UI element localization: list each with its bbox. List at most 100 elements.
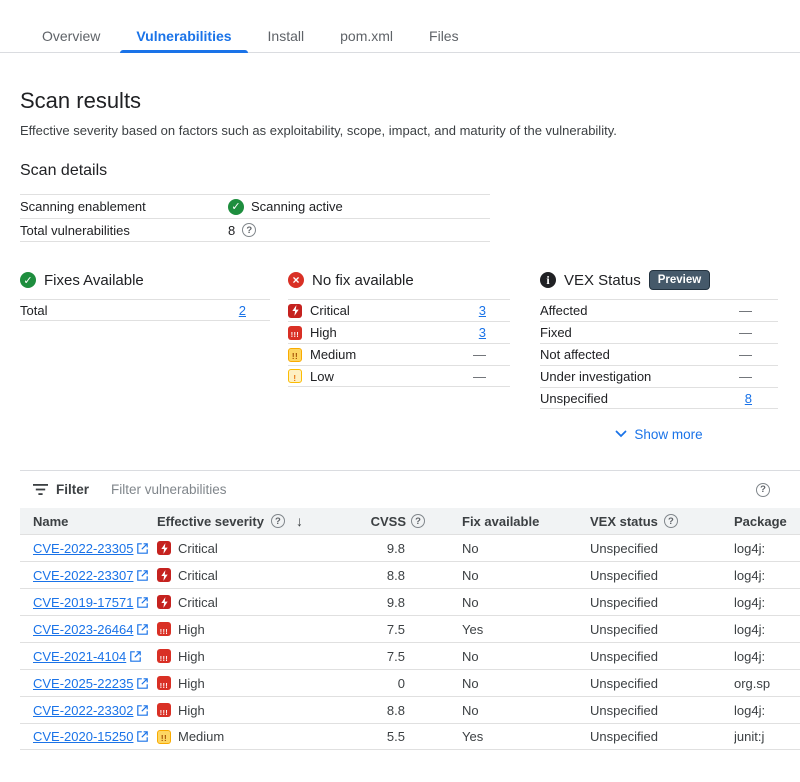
show-more-label: Show more: [634, 427, 702, 442]
help-icon[interactable]: ?: [242, 223, 256, 237]
fixes-total-link[interactable]: 2: [239, 303, 246, 318]
fix-available-value: No: [462, 703, 590, 718]
vex-unspecified-label: Unspecified: [540, 391, 745, 406]
scanning-enablement-label: Scanning enablement: [20, 199, 228, 214]
vex-status-value: Unspecified: [590, 649, 734, 664]
column-header-severity-label: Effective severity: [157, 514, 264, 529]
nofix-high-row: High 3: [288, 321, 510, 343]
cve-link[interactable]: CVE-2019-17571: [33, 595, 148, 610]
page-title: Scan results: [20, 88, 800, 114]
fixes-available-panel: ✓ Fixes Available Total 2: [20, 270, 270, 443]
cvss-value: 9.8: [317, 541, 425, 556]
severity-icon: [157, 541, 171, 555]
vex-status-panel: i VEX Status Preview Affected — Fixed — …: [540, 270, 778, 443]
package-value: log4j:: [734, 568, 800, 583]
column-header-package[interactable]: Package: [734, 514, 800, 529]
vex-fixed-value: —: [739, 325, 778, 340]
external-link-icon: [137, 678, 148, 689]
severity-marks: [160, 704, 169, 717]
check-circle-icon: ✓: [228, 199, 244, 215]
cvss-help-icon[interactable]: ?: [411, 514, 425, 528]
severity-icon: [157, 676, 171, 690]
severity-icon: [157, 649, 171, 663]
sort-descending-icon[interactable]: ↓: [296, 513, 303, 529]
tab-vulnerabilities[interactable]: Vulnerabilities: [120, 20, 247, 52]
column-header-severity[interactable]: Effective severity ? ↓: [157, 513, 317, 529]
vulnerabilities-table: Filter ? Name Effective severity ? ↓ CVS…: [20, 470, 800, 750]
vex-unspecified-count-link[interactable]: 8: [745, 391, 752, 406]
fix-available-value: Yes: [462, 729, 590, 744]
show-more-button[interactable]: Show more: [540, 425, 778, 443]
column-header-name[interactable]: Name: [20, 514, 157, 529]
cve-link[interactable]: CVE-2022-23307: [33, 568, 148, 583]
cvss-value: 8.8: [317, 568, 425, 583]
severity-label: High: [178, 649, 205, 664]
severity-label: Critical: [178, 568, 218, 583]
package-value: log4j:: [734, 541, 800, 556]
vex-under-investigation-label: Under investigation: [540, 369, 739, 384]
tab-pom-xml[interactable]: pom.xml: [324, 20, 409, 52]
table-header: Name Effective severity ? ↓ CVSS ? Fix a…: [20, 508, 800, 534]
nofix-medium-label: Medium: [310, 347, 356, 362]
tab-files[interactable]: Files: [413, 20, 475, 52]
cve-link[interactable]: CVE-2023-26464: [33, 622, 148, 637]
vex-affected-value: —: [739, 303, 778, 318]
package-value: log4j:: [734, 703, 800, 718]
fix-available-value: No: [462, 649, 590, 664]
fix-available-value: No: [462, 541, 590, 556]
cvss-value: 5.5: [317, 729, 425, 744]
tab-bar: Overview Vulnerabilities Install pom.xml…: [0, 20, 800, 53]
no-fix-title: No fix available: [312, 272, 414, 289]
fix-available-value: No: [462, 676, 590, 691]
severity-high-icon: [288, 326, 302, 340]
table-row: CVE-2022-23307 Critical 8.8 No Unspecifi…: [20, 561, 800, 588]
nofix-critical-count-link[interactable]: 3: [479, 303, 486, 318]
cve-link[interactable]: CVE-2020-15250: [33, 729, 148, 744]
vex-not-affected-row: Not affected —: [540, 343, 778, 365]
cve-link[interactable]: CVE-2022-23302: [33, 703, 148, 718]
cvss-value: 7.5: [317, 622, 425, 637]
table-body: CVE-2022-23305 Critical 9.8 No Unspecifi…: [20, 534, 800, 750]
tab-install[interactable]: Install: [252, 20, 321, 52]
table-help-icon[interactable]: ?: [756, 483, 770, 497]
nofix-medium-count: —: [473, 347, 510, 362]
cve-link[interactable]: CVE-2025-22235: [33, 676, 148, 691]
severity-icon: [157, 595, 171, 609]
cvss-value: 8.8: [317, 703, 425, 718]
cve-link[interactable]: CVE-2022-23305: [33, 541, 148, 556]
no-fix-available-panel: × No fix available Critical 3 High 3: [288, 270, 510, 443]
preview-badge: Preview: [649, 270, 710, 290]
filter-input[interactable]: [109, 481, 756, 498]
column-header-cvss[interactable]: CVSS ?: [317, 514, 425, 529]
vex-status-value: Unspecified: [590, 622, 734, 637]
filter-bar[interactable]: Filter ?: [20, 471, 800, 508]
total-vulnerabilities-value: 8: [228, 223, 235, 238]
severity-icon: [157, 568, 171, 582]
external-link-icon: [137, 597, 148, 608]
nofix-low-count: —: [473, 369, 510, 384]
tab-overview[interactable]: Overview: [26, 20, 116, 52]
cvss-value: 0: [317, 676, 425, 691]
column-header-vex[interactable]: VEX status ?: [590, 514, 734, 529]
fixes-total-row: Total 2: [20, 299, 270, 321]
severity-marks: [160, 650, 169, 663]
cve-link[interactable]: CVE-2021-4104: [33, 649, 141, 664]
scan-details-table: Scanning enablement ✓ Scanning active To…: [20, 194, 490, 242]
page-description: Effective severity based on factors such…: [20, 123, 800, 139]
vex-help-icon[interactable]: ?: [664, 514, 678, 528]
vex-status-value: Unspecified: [590, 676, 734, 691]
severity-label: High: [178, 703, 205, 718]
package-value: junit:j: [734, 729, 800, 744]
severity-label: Medium: [178, 729, 224, 744]
vex-under-investigation-row: Under investigation —: [540, 365, 778, 387]
package-value: log4j:: [734, 622, 800, 637]
nofix-high-count-link[interactable]: 3: [479, 325, 486, 340]
table-row: CVE-2023-26464 High 7.5 Yes Unspecified …: [20, 615, 800, 642]
external-link-icon: [137, 570, 148, 581]
nofix-medium-row: Medium —: [288, 343, 510, 365]
column-header-fix[interactable]: Fix available: [462, 514, 590, 529]
fix-available-value: No: [462, 568, 590, 583]
severity-icon: [157, 703, 171, 717]
vex-unspecified-row: Unspecified 8: [540, 387, 778, 409]
severity-help-icon[interactable]: ?: [271, 514, 285, 528]
